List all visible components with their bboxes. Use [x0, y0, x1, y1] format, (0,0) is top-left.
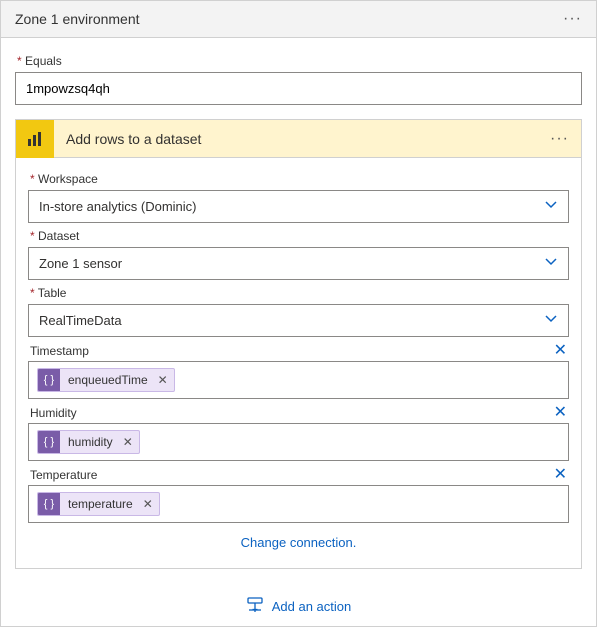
humidity-token[interactable]: { } humidity ✕ [37, 430, 140, 454]
humidity-clear-button[interactable]: ✕ [552, 405, 569, 421]
expression-icon: { } [38, 431, 60, 453]
workspace-value: In-store analytics (Dominic) [39, 199, 197, 214]
equals-input[interactable] [15, 72, 582, 105]
equals-label: Equals [17, 54, 582, 68]
timestamp-label: Timestamp [30, 344, 89, 358]
action-body: Workspace In-store analytics (Dominic) D… [16, 158, 581, 568]
temperature-clear-button[interactable]: ✕ [552, 467, 569, 483]
table-label: Table [30, 286, 569, 300]
dataset-label: Dataset [30, 229, 569, 243]
humidity-label: Humidity [30, 406, 77, 420]
token-remove-button[interactable]: ✕ [121, 435, 139, 449]
action-menu-button[interactable]: ··· [550, 135, 581, 143]
workspace-label: Workspace [30, 172, 569, 186]
chevron-down-icon [544, 312, 558, 329]
workspace-select[interactable]: In-store analytics (Dominic) [28, 190, 569, 223]
panel-content: Equals Add rows to a dataset ··· Workspa… [1, 38, 596, 636]
add-action-label: Add an action [272, 599, 352, 614]
powerbi-icon [16, 120, 54, 158]
action-title: Add rows to a dataset [54, 131, 550, 147]
token-remove-button[interactable]: ✕ [156, 373, 174, 387]
add-action-button[interactable]: Add an action [15, 569, 582, 636]
temperature-label: Temperature [30, 468, 97, 482]
expression-icon: { } [38, 369, 60, 391]
panel-header: Zone 1 environment ··· [1, 1, 596, 38]
action-header[interactable]: Add rows to a dataset ··· [16, 120, 581, 158]
add-step-icon [246, 597, 264, 616]
timestamp-clear-button[interactable]: ✕ [552, 343, 569, 359]
expression-icon: { } [38, 493, 60, 515]
humidity-input[interactable]: { } humidity ✕ [28, 423, 569, 461]
change-connection-link[interactable]: Change connection. [28, 523, 569, 564]
panel-title: Zone 1 environment [15, 11, 140, 27]
panel-menu-button[interactable]: ··· [563, 15, 582, 23]
timestamp-input[interactable]: { } enqueuedTime ✕ [28, 361, 569, 399]
table-select[interactable]: RealTimeData [28, 304, 569, 337]
temperature-token[interactable]: { } temperature ✕ [37, 492, 160, 516]
chevron-down-icon [544, 255, 558, 272]
action-card: Add rows to a dataset ··· Workspace In-s… [15, 119, 582, 569]
table-value: RealTimeData [39, 313, 122, 328]
timestamp-token[interactable]: { } enqueuedTime ✕ [37, 368, 175, 392]
token-text: temperature [60, 497, 141, 511]
dataset-value: Zone 1 sensor [39, 256, 122, 271]
token-remove-button[interactable]: ✕ [141, 497, 159, 511]
dataset-select[interactable]: Zone 1 sensor [28, 247, 569, 280]
temperature-input[interactable]: { } temperature ✕ [28, 485, 569, 523]
token-text: enqueuedTime [60, 373, 156, 387]
chevron-down-icon [544, 198, 558, 215]
token-text: humidity [60, 435, 121, 449]
